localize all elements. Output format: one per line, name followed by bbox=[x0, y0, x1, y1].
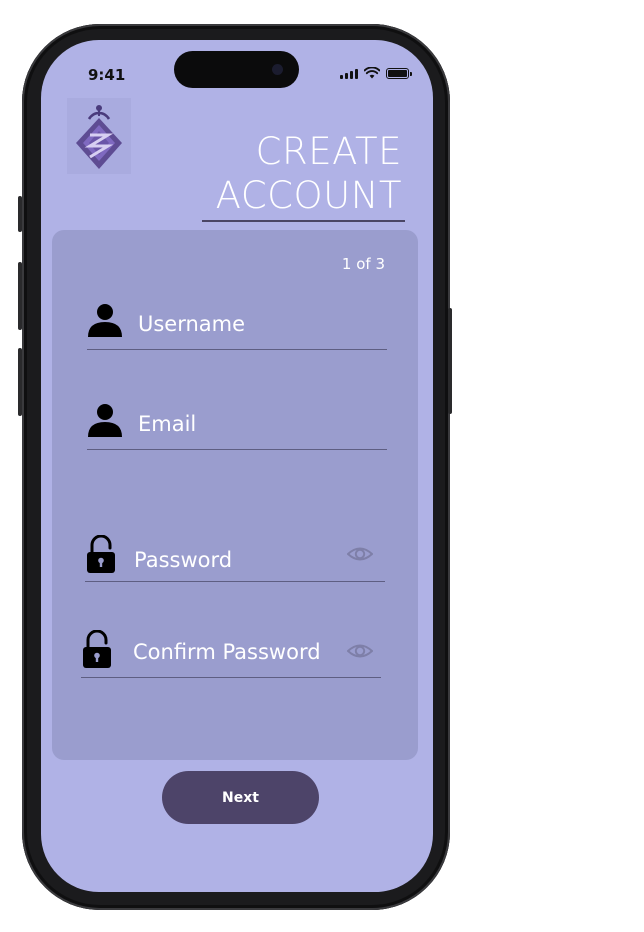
lock-open-icon bbox=[83, 630, 111, 668]
status-time: 9:41 bbox=[88, 66, 126, 84]
step-indicator: 1 of 3 bbox=[341, 255, 385, 273]
email-placeholder: Email bbox=[138, 412, 197, 436]
signup-form-card: 1 of 3 Username Email Password Confirm P… bbox=[52, 230, 418, 760]
confirm-password-field[interactable]: Confirm Password bbox=[81, 630, 381, 680]
username-underline bbox=[87, 349, 387, 350]
next-button[interactable]: Next bbox=[162, 771, 319, 824]
app-screen: 9:41 CREATE ACCOUNT 1 of 3 Username Emai… bbox=[41, 40, 433, 892]
status-icons bbox=[340, 67, 412, 79]
user-icon bbox=[88, 304, 122, 337]
battery-icon bbox=[386, 67, 412, 79]
email-field[interactable]: Email bbox=[87, 400, 387, 452]
user-icon bbox=[88, 404, 122, 437]
signal-icon bbox=[340, 68, 358, 79]
title-underline bbox=[202, 220, 405, 222]
show-confirm-password-eye-icon[interactable] bbox=[347, 642, 373, 660]
volume-down-button bbox=[18, 348, 22, 416]
dynamic-island bbox=[174, 51, 299, 88]
power-button bbox=[448, 308, 452, 414]
username-placeholder: Username bbox=[138, 312, 246, 336]
confirm-password-placeholder: Confirm Password bbox=[133, 640, 321, 664]
page-title-line1: CREATE bbox=[255, 130, 402, 173]
volume-up-button bbox=[18, 262, 22, 330]
show-password-eye-icon[interactable] bbox=[347, 545, 373, 563]
username-field[interactable]: Username bbox=[87, 300, 387, 352]
password-underline bbox=[85, 581, 385, 582]
password-field[interactable]: Password bbox=[85, 535, 385, 583]
page-title: CREATE ACCOUNT bbox=[216, 130, 402, 218]
page-title-line2: ACCOUNT bbox=[215, 174, 402, 217]
password-placeholder: Password bbox=[134, 548, 233, 572]
camera-icon bbox=[272, 64, 283, 75]
email-underline bbox=[87, 449, 387, 450]
lock-open-icon bbox=[87, 535, 115, 573]
app-logo bbox=[67, 98, 131, 174]
confirm-password-underline bbox=[81, 677, 381, 678]
action-button bbox=[18, 196, 22, 232]
wifi-icon bbox=[364, 67, 380, 79]
